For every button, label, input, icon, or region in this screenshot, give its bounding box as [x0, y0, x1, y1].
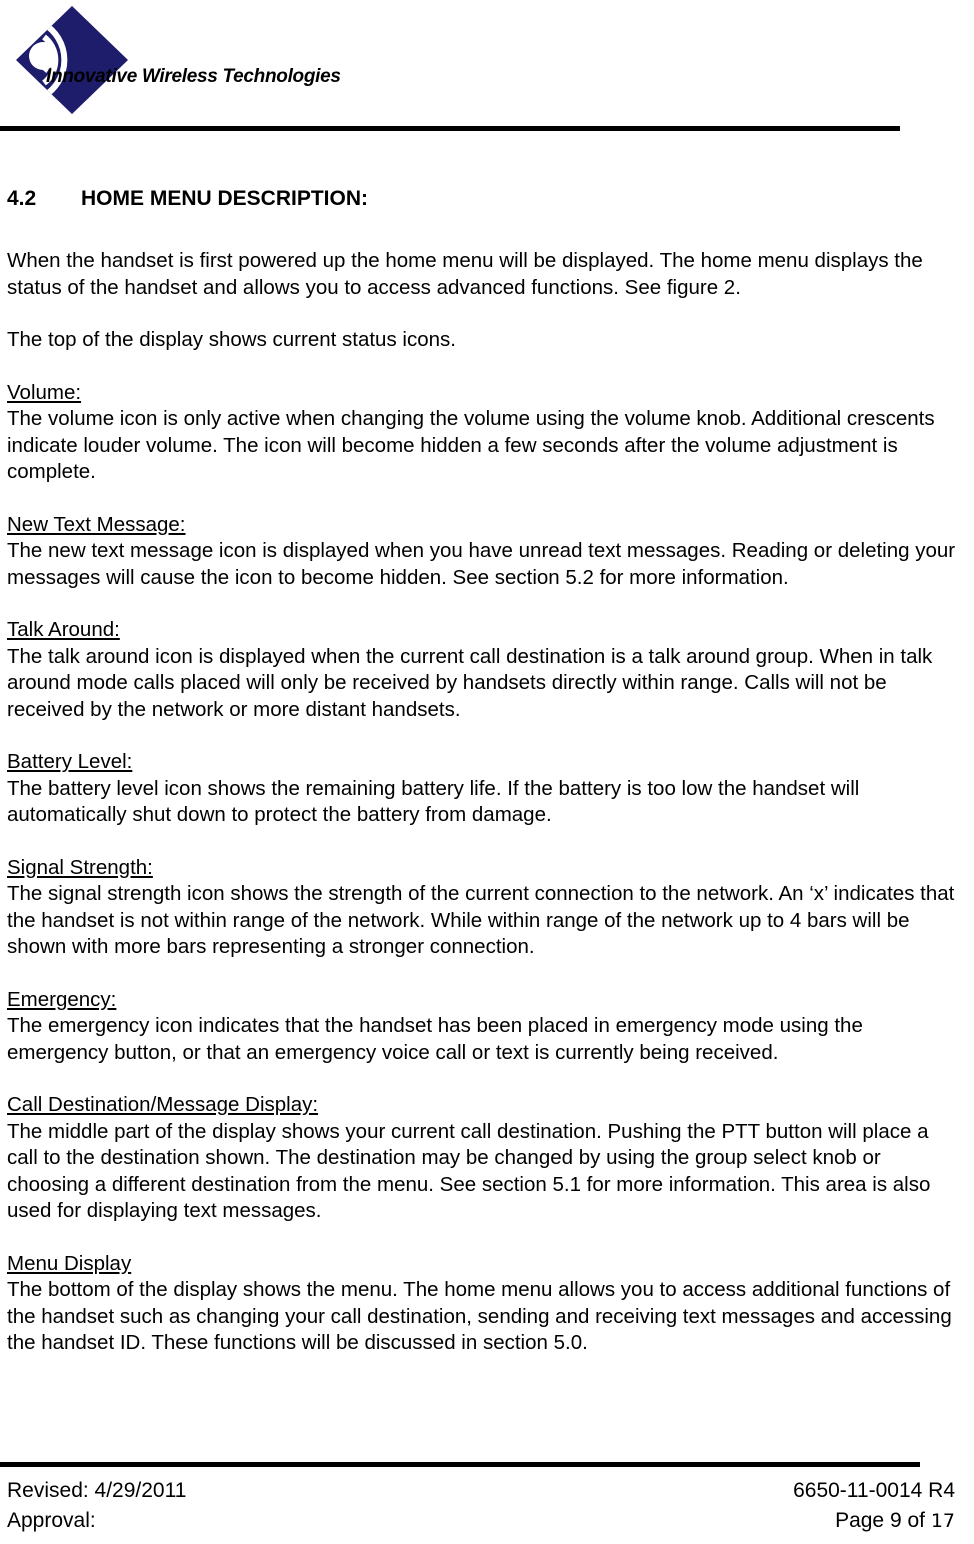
page-total-field: 17 [930, 1510, 955, 1532]
page-footer: Revised: 4/29/2011 6650-11-0014 R4 Appro… [0, 1462, 974, 1544]
footer-row-revised: Revised: 4/29/2011 6650-11-0014 R4 [7, 1476, 955, 1506]
document-page: Innovative Wireless Technologies 4.2 HOME… [0, 0, 974, 1544]
topic-body: The signal strength icon shows the stren… [7, 882, 955, 958]
section-number: 4.2 [7, 187, 37, 210]
topic-heading: Volume: [7, 380, 82, 404]
topic-battery-level: Battery Level: The battery level icon sh… [7, 749, 959, 829]
topic-signal-strength: Signal Strength: The signal strength ico… [7, 855, 959, 961]
intro-paragraph-1: When the handset is first powered up the… [7, 249, 923, 299]
document-number: 6650-11-0014 R4 [793, 1479, 955, 1502]
page-title: 4.2 HOME MENU DESCRIPTION: [7, 186, 959, 212]
header-divider-rule [0, 126, 900, 131]
topic-body: The middle part of the display shows you… [7, 1119, 931, 1223]
intro-paragraph-2: The top of the display shows current sta… [7, 328, 456, 351]
company-logo: Innovative Wireless Technologies [14, 4, 341, 116]
topic-body: The volume icon is only active when chan… [7, 407, 935, 483]
topic-menu-display: Menu Display The bottom of the display s… [7, 1251, 959, 1357]
approval-label: Approval: [7, 1509, 96, 1532]
topic-body: The new text message icon is displayed w… [7, 539, 956, 589]
topic-emergency: Emergency: The emergency icon indicates … [7, 987, 959, 1067]
topic-body: The emergency icon indicates that the ha… [7, 1014, 863, 1064]
page-header: Innovative Wireless Technologies [0, 0, 974, 135]
footer-divider-rule [0, 1462, 920, 1467]
footer-content: Revised: 4/29/2011 6650-11-0014 R4 Appro… [7, 1476, 955, 1536]
page-number: Page 9 of 17 [835, 1506, 955, 1536]
page-number-prefix: Page 9 of [835, 1509, 931, 1532]
document-body: 4.2 HOME MENU DESCRIPTION: When the hands… [7, 186, 959, 1357]
topic-heading: Call Destination/Message Display: [7, 1093, 319, 1116]
topic-heading: Menu Display [7, 1251, 132, 1275]
topic-heading: Talk Around: [7, 618, 120, 641]
revised-date: Revised: 4/29/2011 [7, 1479, 187, 1502]
topic-talk-around: Talk Around: The talk around icon is dis… [7, 617, 959, 723]
topic-body: The bottom of the display shows the menu… [7, 1278, 952, 1354]
topic-heading: New Text Message: [7, 512, 186, 536]
company-name-wordmark: Innovative Wireless Technologies [46, 66, 341, 87]
topic-body: The battery level icon shows the remaini… [7, 776, 860, 827]
wireless-waves-diamond-icon [14, 4, 130, 116]
topic-body: The talk around icon is displayed when t… [7, 644, 933, 721]
topic-call-destination-message-display: Call Destination/Message Display: The mi… [7, 1092, 959, 1225]
topic-heading: Signal Strength: [7, 855, 153, 879]
topic-new-text-message: New Text Message: The new text message i… [7, 512, 959, 592]
footer-row-approval: Approval: Page 9 of 17 [7, 1506, 955, 1536]
topic-volume: Volume: The volume icon is only active w… [7, 380, 959, 486]
topic-heading: Emergency: [7, 987, 117, 1011]
section-title: HOME MENU DESCRIPTION: [81, 187, 369, 210]
topic-heading: Battery Level: [7, 750, 133, 773]
